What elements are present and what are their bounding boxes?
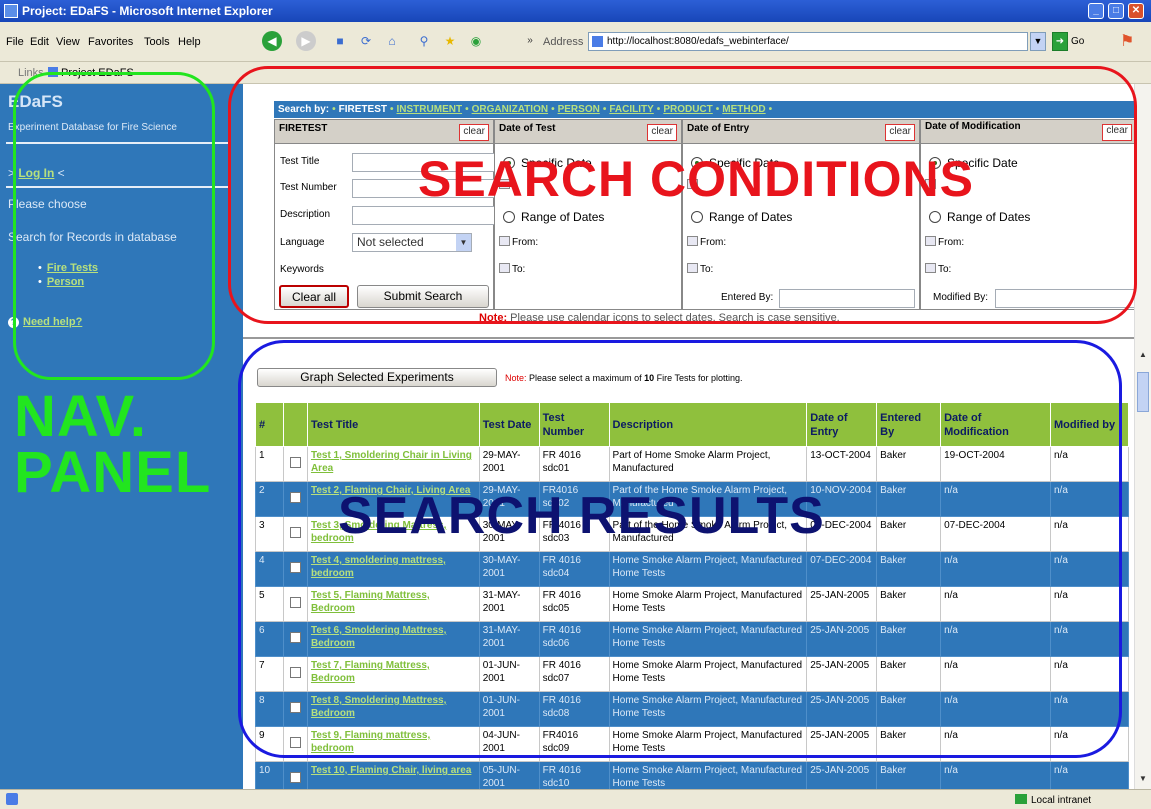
- cell-modified-by: n/a: [1050, 761, 1129, 789]
- menu-file[interactable]: File: [6, 36, 24, 48]
- page-status-icon: [6, 793, 18, 805]
- address-label: Address: [543, 36, 584, 48]
- cell-number: 10: [255, 761, 284, 789]
- toolbar-more-icon[interactable]: »: [520, 31, 540, 51]
- maximize-button[interactable]: □: [1108, 3, 1124, 19]
- cell-test-date: 05-JUN-2001: [478, 761, 540, 789]
- address-url: http://localhost:8080/edafs_webinterface…: [607, 36, 789, 47]
- close-button[interactable]: ✕: [1128, 3, 1144, 19]
- cell-test-number: FR 4016 sdc10: [538, 761, 610, 789]
- menu-edit[interactable]: Edit: [30, 36, 49, 48]
- window-title: Project: EDaFS - Microsoft Internet Expl…: [22, 4, 273, 18]
- search-icon[interactable]: ⚲: [414, 31, 434, 51]
- cell-date-of-modification: n/a: [940, 761, 1051, 789]
- window-title-bar: Project: EDaFS - Microsoft Internet Expl…: [0, 0, 1151, 22]
- menu-favorites[interactable]: Favorites: [88, 36, 133, 48]
- menu-view[interactable]: View: [56, 36, 80, 48]
- scroll-thumb[interactable]: [1137, 372, 1149, 412]
- table-row: 10 Test 10, Flaming Chair, living area 05-…: [255, 761, 1129, 789]
- cell-select[interactable]: [282, 761, 308, 789]
- go-button[interactable]: Go: [1071, 36, 1084, 47]
- scroll-down-icon[interactable]: ▼: [1137, 774, 1149, 786]
- home-icon[interactable]: ⌂: [382, 31, 402, 51]
- search-results-label: SEARCH RESULTS: [338, 487, 825, 545]
- history-icon[interactable]: ◉: [466, 31, 486, 51]
- page-icon: [592, 36, 603, 47]
- menu-tools[interactable]: Tools: [144, 36, 170, 48]
- cell-entered-by: Baker: [876, 761, 942, 789]
- nav-panel-label-line1: NAV.: [14, 384, 147, 449]
- search-conditions-label: SEARCH CONDITIONS: [418, 151, 974, 207]
- security-zone: Local intranet: [1015, 794, 1091, 806]
- windows-logo-icon: ⚑: [1120, 33, 1135, 50]
- address-dropdown-icon[interactable]: ▼: [1030, 32, 1046, 51]
- forward-icon[interactable]: ▶: [296, 31, 316, 51]
- menu-help[interactable]: Help: [178, 36, 201, 48]
- nav-panel-highlight: [13, 72, 215, 380]
- menu-toolbar: File Edit View Favorites Tools Help ◀ ▶ …: [0, 22, 1151, 62]
- cell-description: Home Smoke Alarm Project, Manufactured H…: [608, 761, 808, 789]
- row-checkbox[interactable]: [289, 772, 301, 783]
- status-bar: Local intranet: [0, 789, 1151, 809]
- back-icon[interactable]: ◀: [262, 31, 282, 51]
- ie-app-icon: [4, 4, 18, 18]
- refresh-icon[interactable]: ⟳: [356, 31, 376, 51]
- minimize-button[interactable]: _: [1088, 3, 1104, 19]
- nav-panel-label-line2: PANEL: [14, 440, 212, 505]
- cell-date-of-entry: 25-JAN-2005: [806, 761, 878, 789]
- search-results-highlight: [238, 340, 1122, 758]
- cell-test-title[interactable]: Test 10, Flaming Chair, living area: [306, 761, 480, 789]
- scroll-up-icon[interactable]: ▲: [1137, 350, 1149, 362]
- stop-icon[interactable]: ■: [330, 31, 350, 51]
- go-arrow-icon[interactable]: ➜: [1052, 32, 1068, 51]
- favorites-icon[interactable]: ★: [440, 31, 460, 51]
- address-bar[interactable]: http://localhost:8080/edafs_webinterface…: [588, 32, 1028, 51]
